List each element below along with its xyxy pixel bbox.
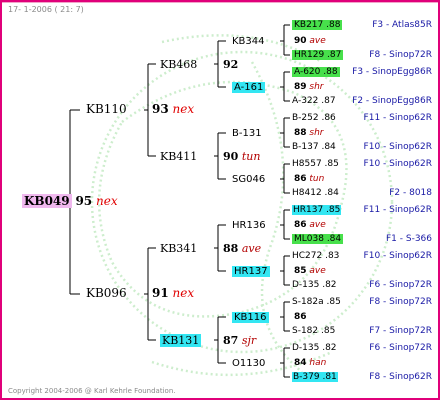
node-name: O1130 [232,358,266,369]
ggp-score: 88 shr [294,126,324,141]
node-tag: shr [309,128,324,138]
node-score: 88 [223,242,239,255]
node-score: 88 [294,128,307,138]
node-name: KB096 [86,286,127,300]
node-tag: ave [309,220,326,230]
lineage-desc: F1 - S-366 [385,234,432,244]
root-node[interactable]: KB049 95 nex [22,194,118,209]
parent-node-dam[interactable]: KB096 [86,286,127,301]
root-name: KB049 [22,194,72,208]
node-score: 90 [223,150,239,163]
grandparent-score: 88 ave [223,241,261,256]
node-score: 86 [294,312,307,322]
ggp-node[interactable]: HR136 [232,218,266,233]
node-name: KB344 [232,36,265,47]
node-tag: tun [241,150,261,163]
node-name: KB131 [160,334,202,347]
node-name: KB411 [160,150,198,163]
lineage-desc: F3 - SinopEgg86R [352,67,432,77]
node-tag: ave [241,242,262,255]
lineage-desc: F8 - Sinop62R [369,372,432,382]
lineage-desc: F7 - Sinop72R [369,326,432,336]
lineage-desc: F11 - Sinop62R [363,205,432,215]
node-score: 86 [294,220,307,230]
node-name: KB110 [86,102,127,116]
lineage-desc: F10 - Sinop62R [363,159,432,169]
ggp-score: 89 shr [294,80,324,95]
ggp-node[interactable]: HR137 [232,264,270,279]
node-score: 89 [294,82,307,92]
pedigree-frame: 17- 1-2006 ( 21: 7) KB049 95 nex KB110 9… [0,0,440,400]
grandparent-node[interactable]: KB468 [160,57,197,72]
ggp-node[interactable]: KB344 [232,34,265,49]
node-name: A-161 [232,82,266,93]
node-score: 91 [152,286,169,300]
node-score: 84 [294,358,307,368]
node-score: 92 [223,58,239,71]
ggp-node[interactable]: B-131 [232,126,262,141]
grandparent-node[interactable]: KB131 [160,333,202,348]
ggp-score: 86 tun [294,172,324,187]
root-score: 95 [75,194,93,208]
lineage-desc: F8 - Sinop72R [369,50,432,60]
node-name: SG046 [232,174,266,185]
lineage-desc: F2 - SinopEgg86R [352,96,432,106]
parent-node-sire[interactable]: KB110 [86,102,127,117]
parent-score-dam: 91 nex [152,286,194,301]
grandparent-score: 92 [223,57,238,72]
node-tag: ave [309,36,326,46]
node-tag: nex [172,286,195,300]
ggp-node[interactable]: KB116 [232,310,269,325]
ggp-score: 86 ave [294,218,326,233]
copyright-notice: Copyright 2004-2006 @ Karl Kehrle Founda… [8,387,176,395]
lineage-desc: F2 - 8018 [389,188,432,198]
root-tag: nex [95,194,118,208]
node-tag: shr [309,82,324,92]
node-name: HR136 [232,220,266,231]
grandparent-node[interactable]: KB341 [160,241,197,256]
node-name: KB116 [232,312,269,323]
grandparent-node[interactable]: KB411 [160,149,197,164]
node-name: KB468 [160,58,198,71]
node-tag: nex [172,102,195,116]
parent-score-sire: 93 nex [152,102,194,117]
ggp-node[interactable]: O1130 [232,356,265,371]
lineage-desc: F6 - Sinop72R [369,280,432,290]
grandparent-score: 90 tun [223,149,260,164]
node-tag: tun [309,174,325,184]
node-name: B-131 [232,128,262,139]
grandparent-score: 87 sjr [223,333,256,348]
ggp-node[interactable]: A-161 [232,80,266,95]
ggp-score: 84 han [294,356,326,371]
node-score: 90 [294,36,307,46]
lineage-desc: F11 - Sinop62R [363,113,432,123]
node-score: 87 [223,334,239,347]
lineage-desc: F10 - Sinop62R [363,251,432,261]
node-score: 93 [152,102,169,116]
node-tag: han [309,358,327,368]
ggp-node[interactable]: SG046 [232,172,265,187]
node-name: HR137 [232,266,270,277]
node-tag: ave [309,266,326,276]
lineage-desc: F6 - Sinop72R [369,343,432,353]
lineage-desc: F8 - Sinop72R [369,297,432,307]
ggp-score: 86 [294,310,307,325]
ggp-score: 90 ave [294,34,326,49]
node-score: 86 [294,174,307,184]
ggp-score: 85 ave [294,264,326,279]
node-score: 85 [294,266,307,276]
node-tag: sjr [241,334,257,347]
lineage-desc: F3 - Atlas85R [372,20,432,30]
node-name: KB341 [160,242,198,255]
lineage-desc: F10 - Sinop62R [363,142,432,152]
